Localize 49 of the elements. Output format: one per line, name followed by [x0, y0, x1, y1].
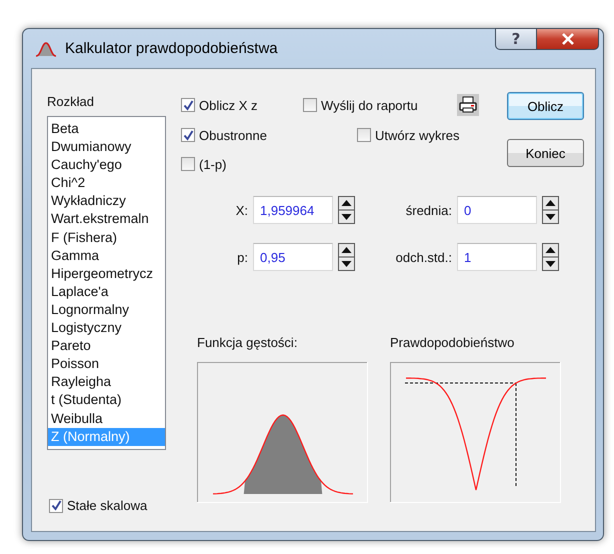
- push-button[interactable]: Oblicz: [507, 92, 584, 120]
- checkbox[interactable]: Stałe skalowa: [49, 498, 172, 513]
- field-label: X:: [234, 202, 248, 218]
- checkbox[interactable]: Wyślij do raportu: [303, 90, 457, 120]
- list-item[interactable]: Cauchy'ego: [48, 156, 165, 174]
- checkbox[interactable]: (1-p): [181, 150, 303, 178]
- checkbox[interactable]: Obustronne: [181, 120, 303, 150]
- plot-title: Funkcja gęstości:: [197, 336, 298, 350]
- list-item[interactable]: Hipergeometrycz: [48, 264, 165, 283]
- checkbox[interactable]: Oblicz X z: [181, 90, 303, 120]
- spinner-button[interactable]: [338, 196, 355, 224]
- checkmark-icon: [50, 500, 62, 511]
- field-label: p:: [236, 250, 248, 264]
- list-item[interactable]: Weibulla: [48, 410, 165, 428]
- spinner-button[interactable]: [542, 196, 559, 224]
- help-button[interactable]: ?: [495, 28, 537, 50]
- bell-curve-icon: [35, 40, 57, 58]
- field-label: odch.std.:: [394, 250, 452, 264]
- list-item[interactable]: Beta: [48, 120, 165, 138]
- push-button[interactable]: Koniec: [507, 139, 584, 167]
- list-item[interactable]: Rayleigha: [48, 373, 165, 392]
- input-field[interactable]: 0: [457, 196, 537, 224]
- list-item[interactable]: Lognormalny: [48, 300, 165, 320]
- close-button[interactable]: [537, 28, 599, 50]
- checkmark-icon: [182, 130, 194, 140]
- printer-icon[interactable]: [457, 94, 479, 116]
- list-item[interactable]: Logistyczny: [48, 319, 165, 338]
- input-field[interactable]: 1: [457, 243, 537, 271]
- field-label: średnia:: [404, 202, 452, 218]
- list-item[interactable]: Wykładniczy: [48, 192, 165, 210]
- list-item[interactable]: t (Studenta): [48, 391, 165, 410]
- list-item[interactable]: F (Fishera): [48, 228, 165, 247]
- checkbox[interactable]: Utwórz wykres: [357, 120, 507, 150]
- spinner-button[interactable]: [542, 243, 559, 271]
- list-item[interactable]: Dwumianowy: [48, 138, 165, 156]
- list-item[interactable]: Laplace'a: [48, 282, 165, 301]
- close-icon: [560, 33, 574, 45]
- input-field[interactable]: 1,959964: [253, 196, 333, 224]
- spinner-button[interactable]: [338, 243, 355, 271]
- list-item[interactable]: Pareto: [48, 337, 165, 356]
- list-item[interactable]: Wart.ekstremaln: [48, 210, 165, 229]
- checkmark-icon: [182, 100, 194, 110]
- list-item[interactable]: Poisson: [48, 355, 165, 374]
- window-title: Kalkulator prawdopodobieństwa: [65, 40, 278, 57]
- input-field[interactable]: 0,95: [253, 243, 333, 271]
- list-item[interactable]: Gamma: [48, 246, 165, 265]
- list-label: Rozkład: [47, 94, 95, 110]
- plot-title: Prawdopodobieństwo: [390, 336, 516, 350]
- list-item[interactable]: Chi^2: [48, 174, 165, 192]
